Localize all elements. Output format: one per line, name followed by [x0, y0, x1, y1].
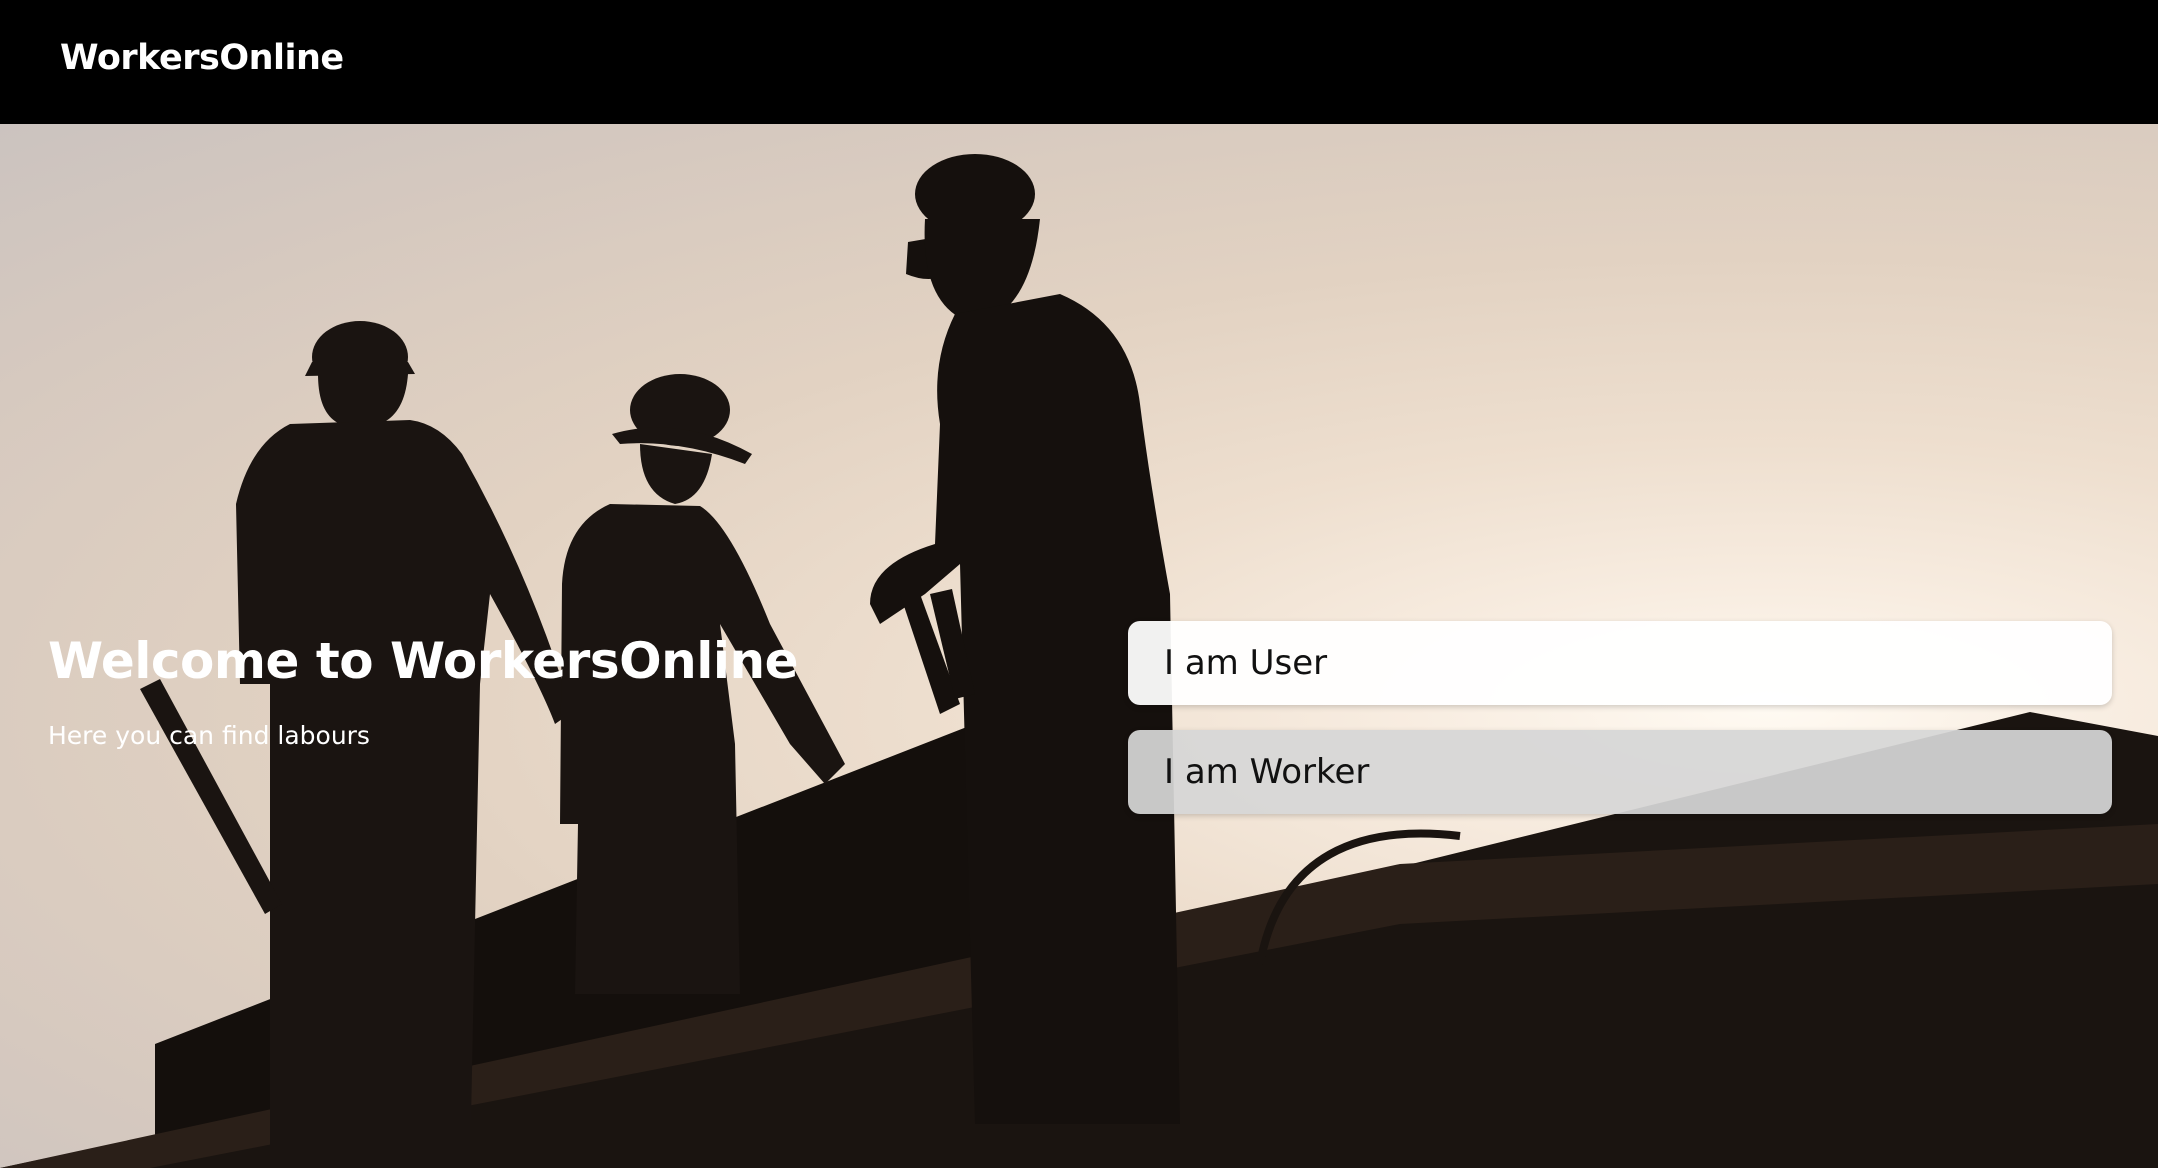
- welcome-subtitle: Here you can find labours: [48, 721, 370, 750]
- welcome-heading: Welcome to WorkersOnline: [48, 632, 799, 690]
- i-am-worker-button[interactable]: I am Worker: [1128, 730, 2112, 814]
- hero-section: Welcome to WorkersOnline Here you can fi…: [0, 124, 2158, 1168]
- navbar: WorkersOnline: [0, 0, 2158, 124]
- brand-logo-link[interactable]: WorkersOnline: [60, 38, 344, 78]
- i-am-user-button[interactable]: I am User: [1128, 621, 2112, 705]
